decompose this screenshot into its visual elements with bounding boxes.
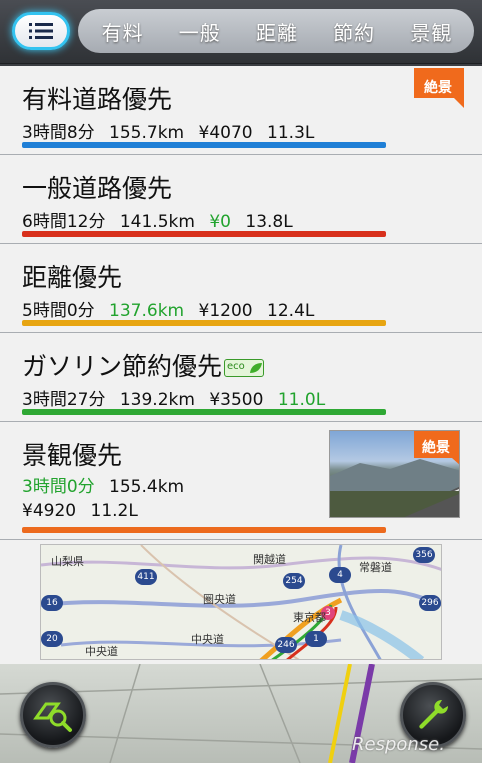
route-name: 景観優先 <box>22 441 123 470</box>
bottom-bar: Response. <box>0 664 482 763</box>
route-map-panel: 山梨県 関越道 常磐道 圏央道 東京都 中央道 中央道 411 254 4 35… <box>0 540 482 664</box>
tab-distance[interactable]: 距離 <box>256 17 298 46</box>
route-name: 有料道路優先 <box>22 85 173 114</box>
route-color-bar <box>22 231 386 237</box>
route-name: ガソリン節約優先 <box>22 352 223 381</box>
route-overview-map[interactable]: 山梨県 関越道 常磐道 圏央道 東京都 中央道 中央道 411 254 4 35… <box>40 544 442 660</box>
route-shield: 296 <box>419 595 441 611</box>
route-shield: 3 <box>325 608 331 618</box>
search-button[interactable] <box>20 682 86 748</box>
map-label: 関越道 <box>253 553 286 566</box>
route-shield: 411 <box>135 569 157 585</box>
route-distance: 155.4km <box>109 477 185 497</box>
route-item-general[interactable]: 一般道路優先 6時間12分 141.5km ¥0 13.8L <box>0 155 482 244</box>
route-time: 3時間0分 <box>22 477 95 497</box>
route-tabs: 有料 一般 距離 節約 景観 <box>78 9 474 53</box>
route-name: 一般道路優先 <box>22 174 173 203</box>
tab-general[interactable]: 一般 <box>179 17 221 46</box>
watermark: Response. <box>352 734 445 755</box>
scenic-badge-label: 絶景 <box>422 440 450 456</box>
tab-scenic[interactable]: 景観 <box>410 17 452 46</box>
route-fuel: 11.0L <box>277 390 326 410</box>
route-shield: 16 <box>41 595 63 611</box>
map-label: 中央道 <box>85 645 118 658</box>
route-shield: 20 <box>41 631 63 647</box>
route-details: 3時間8分 155.7km ¥4070 11.3L <box>22 118 323 143</box>
route-fuel: 13.8L <box>245 212 293 232</box>
list-icon <box>29 23 53 39</box>
route-distance: 139.2km <box>119 390 195 410</box>
route-item-toll[interactable]: 有料道路優先 3時間8分 155.7km ¥4070 11.3L 絶景 <box>0 66 482 155</box>
route-item-scenic[interactable]: 景観優先 3時間0分 155.4km ¥4920 11.2L 絶景 <box>0 422 482 540</box>
route-color-bar <box>22 320 386 326</box>
route-name-row: ガソリン節約優先 eco <box>22 347 265 383</box>
route-distance: 155.7km <box>109 123 185 143</box>
route-name: 距離優先 <box>22 263 123 292</box>
route-color-bar <box>22 527 386 533</box>
scenic-badge-label: 絶景 <box>424 80 452 96</box>
route-color-bar <box>22 142 386 148</box>
route-details: 3時間0分 155.4km <box>22 472 193 497</box>
scenic-badge: 絶景 <box>414 68 464 108</box>
route-time: 3時間8分 <box>22 123 95 143</box>
route-toll: ¥1200 <box>198 301 253 321</box>
route-toll: ¥0 <box>209 212 231 232</box>
route-shield: 356 <box>413 547 435 563</box>
route-shield: 1 <box>305 631 327 647</box>
tab-toll[interactable]: 有料 <box>102 17 144 46</box>
route-time: 3時間27分 <box>22 390 106 410</box>
map-label: 山梨県 <box>51 555 84 568</box>
route-fuel: 11.2L <box>90 501 138 521</box>
eco-leaf-icon: eco <box>224 359 265 377</box>
map-label: 圏央道 <box>203 593 236 606</box>
route-toll: ¥4920 <box>22 501 77 521</box>
route-distance: 141.5km <box>119 212 195 232</box>
route-shield: 246 <box>275 637 297 653</box>
route-toll: ¥4070 <box>198 123 253 143</box>
scenic-photo: 絶景 <box>329 430 460 518</box>
route-details: 6時間12分 141.5km ¥0 13.8L <box>22 207 302 232</box>
route-details: 5時間0分 137.6km ¥1200 12.4L <box>22 296 323 321</box>
map-label: 常磐道 <box>359 561 392 574</box>
route-shield: 4 <box>329 567 351 583</box>
route-time: 6時間12分 <box>22 212 106 232</box>
wrench-icon <box>419 700 448 729</box>
route-item-eco[interactable]: ガソリン節約優先 eco 3時間27分 139.2km ¥3500 11.0L <box>0 333 482 422</box>
eco-label: eco <box>227 361 245 372</box>
route-toll: ¥3500 <box>209 390 264 410</box>
route-fuel: 11.3L <box>267 123 315 143</box>
route-tab-bar: 有料 一般 距離 節約 景観 <box>0 0 482 64</box>
route-details: 3時間27分 139.2km ¥3500 11.0L <box>22 385 334 410</box>
map-label: 中央道 <box>191 633 224 646</box>
search-icon <box>33 702 72 732</box>
route-fuel: 12.4L <box>267 301 315 321</box>
route-shield: 254 <box>283 573 305 589</box>
route-color-bar <box>22 409 386 415</box>
tab-saving[interactable]: 節約 <box>333 17 375 46</box>
list-menu-button[interactable] <box>12 12 70 50</box>
scenic-badge: 絶景 <box>414 431 459 471</box>
route-distance: 137.6km <box>109 301 185 321</box>
route-details-2: ¥4920 11.2L <box>22 501 147 521</box>
route-time: 5時間0分 <box>22 301 95 321</box>
route-item-distance[interactable]: 距離優先 5時間0分 137.6km ¥1200 12.4L <box>0 244 482 333</box>
route-list: 有料道路優先 3時間8分 155.7km ¥4070 11.3L 絶景 一般道路… <box>0 66 482 540</box>
